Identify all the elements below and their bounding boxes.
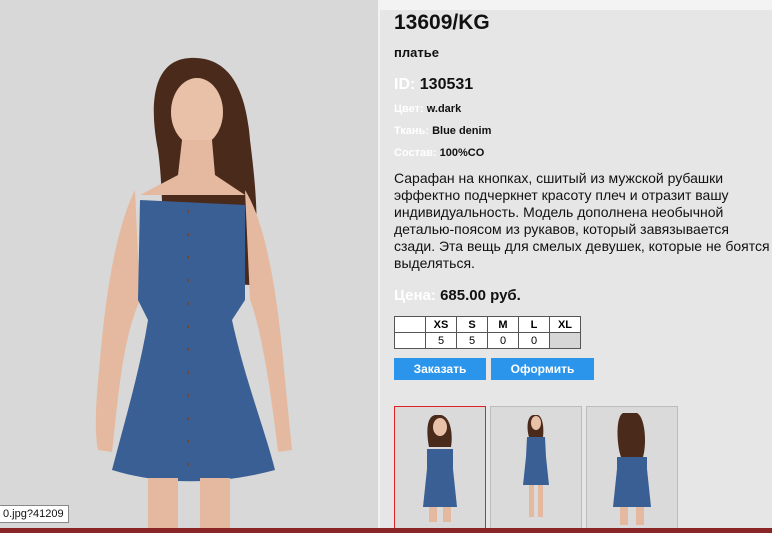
size-header-xl: XL — [549, 316, 581, 333]
composition-label: Состав: — [394, 147, 437, 159]
id-value: 130531 — [419, 76, 474, 93]
product-description: Сарафан на кнопках, сшитый из мужской ру… — [394, 170, 770, 271]
size-header-s: S — [456, 316, 488, 333]
qty-xs[interactable]: 5 — [425, 332, 457, 349]
size-header-l: L — [518, 316, 550, 333]
product-id: ID: 130531 — [394, 76, 772, 94]
prop-composition: Состав: 100%CO — [394, 146, 772, 160]
fabric-value: Blue denim — [432, 125, 492, 137]
thumbnail-full[interactable] — [490, 406, 582, 529]
price-label: Цена: — [394, 287, 436, 304]
size-header-m: M — [487, 316, 519, 333]
thumbnail-front[interactable] — [394, 406, 486, 529]
fabric-label: Ткань: — [394, 125, 429, 137]
color-value: w.dark — [426, 103, 462, 115]
bottom-bar — [0, 528, 772, 533]
qty-m[interactable]: 0 — [487, 332, 519, 349]
qty-xl — [549, 332, 581, 349]
size-header-xs: XS — [425, 316, 457, 333]
id-label: ID: — [394, 76, 416, 93]
price-value: 685.00 руб. — [440, 287, 521, 304]
size-table: XS S M L XL 5 5 0 0 — [394, 316, 581, 349]
prop-fabric: Ткань: Blue denim — [394, 124, 772, 138]
action-buttons: Заказать Оформить — [394, 358, 772, 380]
size-corner-cell — [394, 316, 426, 333]
product-price: Цена: 685.00 руб. — [394, 287, 772, 304]
color-label: Цвет: — [394, 103, 424, 115]
thumbnail-strip — [394, 406, 678, 529]
quantity-corner-cell — [394, 332, 426, 349]
header-strip — [380, 0, 772, 10]
checkout-button[interactable]: Оформить — [491, 358, 594, 380]
qty-l[interactable]: 0 — [518, 332, 550, 349]
image-url-tooltip: 0.jpg?41209 — [0, 505, 69, 523]
product-info: 13609/KG платье ID: 130531 Цвет: w.dark … — [394, 10, 772, 380]
thumbnail-back[interactable] — [586, 406, 678, 529]
qty-s[interactable]: 5 — [456, 332, 488, 349]
order-button[interactable]: Заказать — [394, 358, 486, 380]
column-divider — [378, 0, 380, 528]
product-title: 13609/KG — [394, 11, 490, 34]
prop-color: Цвет: w.dark — [394, 102, 772, 116]
size-header-row: XS S M L XL — [394, 316, 581, 333]
main-product-photo — [0, 0, 378, 528]
composition-value: 100%CO — [439, 147, 485, 159]
product-type: платье — [394, 45, 439, 60]
size-quantity-row: 5 5 0 0 — [394, 332, 581, 349]
